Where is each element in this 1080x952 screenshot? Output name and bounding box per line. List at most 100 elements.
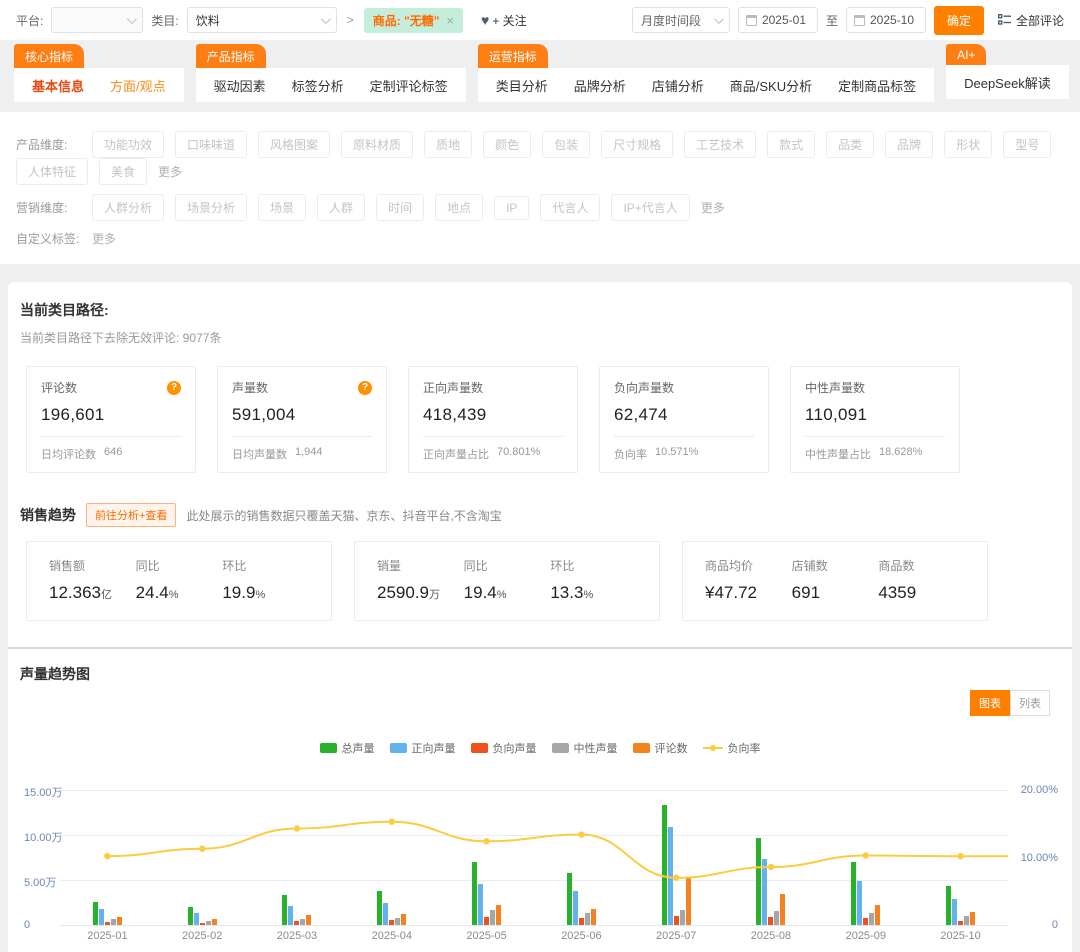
filter-tag-口味味道[interactable]: 口味味道 xyxy=(175,131,247,158)
filter-tag-人群[interactable]: 人群 xyxy=(317,194,365,221)
toggle-图表[interactable]: 图表 xyxy=(970,690,1010,716)
filter-tag-品类[interactable]: 品类 xyxy=(826,131,874,158)
filter-tag-场景分析[interactable]: 场景分析 xyxy=(175,194,247,221)
filter-tag-人体特征[interactable]: 人体特征 xyxy=(16,158,88,185)
chart-bar xyxy=(863,918,868,925)
filter-more-link[interactable]: 更多 xyxy=(701,199,725,216)
y-axis-tick-left: 5.00万 xyxy=(24,874,56,890)
legend-item-评论数[interactable]: 评论数 xyxy=(633,740,688,756)
help-icon[interactable]: ? xyxy=(167,381,181,395)
filter-tag-型号[interactable]: 型号 xyxy=(1003,131,1051,158)
chart-bar xyxy=(680,910,685,925)
filter-tag-形状[interactable]: 形状 xyxy=(944,131,992,158)
legend-item-负向声量[interactable]: 负向声量 xyxy=(471,740,537,756)
filter-tag-场景[interactable]: 场景 xyxy=(258,194,306,221)
chart-bar xyxy=(958,921,963,925)
help-icon[interactable]: ? xyxy=(358,381,372,395)
tab-定制商品标签[interactable]: 定制商品标签 xyxy=(838,76,916,95)
filter-tag-款式[interactable]: 款式 xyxy=(767,131,815,158)
x-axis-tick: 2025-10 xyxy=(913,930,1008,942)
tab-基本信息[interactable]: 基本信息 xyxy=(32,76,84,95)
chart-bar xyxy=(946,886,951,925)
nav-tabbar: DeepSeek解读 xyxy=(946,65,1069,99)
metric-card-title: 正向声量数 xyxy=(423,379,483,396)
chart-bar xyxy=(472,862,477,925)
confirm-button[interactable]: 确定 xyxy=(934,6,984,35)
filter-tag-品牌[interactable]: 品牌 xyxy=(885,131,933,158)
platform-label: 平台: xyxy=(16,12,43,29)
filter-row: 营销维度:人群分析场景分析场景人群时间地点IP代言人IP+代言人更多 xyxy=(16,194,1064,221)
section-divider xyxy=(8,647,1072,649)
filter-tag-功能功效[interactable]: 功能功效 xyxy=(92,131,164,158)
metric-card: 正向声量数418,439正向声量占比70.801% xyxy=(408,366,578,473)
legend-item-正向声量[interactable]: 正向声量 xyxy=(390,740,456,756)
filter-tag-风格图案[interactable]: 风格图案 xyxy=(258,131,330,158)
chart-bar xyxy=(875,905,880,925)
tab-商品/SKU分析[interactable]: 商品/SKU分析 xyxy=(730,76,812,95)
filter-more-link[interactable]: 更多 xyxy=(158,163,182,180)
filter-tag-人群分析[interactable]: 人群分析 xyxy=(92,194,164,221)
sales-metric-value: 24.4% xyxy=(136,583,223,603)
x-axis-tick: 2025-04 xyxy=(344,930,439,942)
filter-tag-质地[interactable]: 质地 xyxy=(424,131,472,158)
legend-swatch xyxy=(320,743,337,753)
sales-metric-label: 店铺数 xyxy=(792,557,879,574)
date-from-input[interactable]: 2025-01 xyxy=(738,7,818,33)
filter-tag-颜色[interactable]: 颜色 xyxy=(483,131,531,158)
filter-tag-美食[interactable]: 美食 xyxy=(99,158,147,185)
chart-bar xyxy=(964,916,969,925)
nav-group: 运营指标类目分析品牌分析店铺分析商品/SKU分析定制商品标签 xyxy=(478,44,934,102)
toggle-列表[interactable]: 列表 xyxy=(1010,690,1050,716)
platform-select[interactable] xyxy=(51,7,143,33)
tab-DeepSeek解读[interactable]: DeepSeek解读 xyxy=(964,73,1051,92)
topbar: 平台: 类目: 饮料 > 商品: "无糖" × ♥ + 关注 月度时间段 202… xyxy=(0,0,1080,40)
heart-icon: ♥ xyxy=(481,12,489,28)
filter-tag-包装[interactable]: 包装 xyxy=(542,131,590,158)
filter-tag-IP[interactable]: IP xyxy=(494,196,529,220)
period-select[interactable]: 月度时间段 xyxy=(632,7,730,33)
tab-驱动因素[interactable]: 驱动因素 xyxy=(214,76,266,95)
chart-bar xyxy=(496,905,501,925)
tab-品牌分析[interactable]: 品牌分析 xyxy=(574,76,626,95)
sales-trend-title: 销售趋势 xyxy=(20,505,76,525)
tab-方面/观点[interactable]: 方面/观点 xyxy=(110,76,166,95)
date-to-input[interactable]: 2025-10 xyxy=(846,7,926,33)
chart-bar xyxy=(579,918,584,925)
bar-group-2025-07 xyxy=(629,790,724,925)
tab-定制评论标签[interactable]: 定制评论标签 xyxy=(370,76,448,95)
nav-group: 产品指标驱动因素标签分析定制评论标签 xyxy=(196,44,466,102)
legend-item-负向率[interactable]: 负向率 xyxy=(703,740,761,756)
filter-tag-代言人[interactable]: 代言人 xyxy=(540,194,600,221)
filter-more-link[interactable]: 更多 xyxy=(92,230,116,247)
go-analyze-button[interactable]: 前往分析+查看 xyxy=(86,503,176,527)
close-icon[interactable]: × xyxy=(446,14,454,27)
bar-group-2025-04 xyxy=(344,790,439,925)
filter-tag-原料材质[interactable]: 原料材质 xyxy=(341,131,413,158)
legend-swatch xyxy=(633,743,650,753)
sales-metric-value: 19.4% xyxy=(464,583,551,603)
chart-view-toggle: 图表列表 xyxy=(20,690,1060,716)
tab-标签分析[interactable]: 标签分析 xyxy=(292,76,344,95)
chart-bar xyxy=(857,881,862,925)
x-axis-tick: 2025-06 xyxy=(534,930,629,942)
all-comments-button[interactable]: 全部评论 xyxy=(998,12,1064,29)
category-select[interactable]: 饮料 xyxy=(187,7,337,33)
keyword-filter-tag[interactable]: 商品: "无糖" × xyxy=(364,8,463,33)
metric-card-footer: 负向率10.571% xyxy=(614,436,754,462)
legend-item-总声量[interactable]: 总声量 xyxy=(320,740,375,756)
bar-group-2025-03 xyxy=(250,790,345,925)
filter-tag-时间[interactable]: 时间 xyxy=(376,194,424,221)
filter-tag-工艺技术[interactable]: 工艺技术 xyxy=(684,131,756,158)
filter-tag-IP+代言人[interactable]: IP+代言人 xyxy=(611,194,689,221)
tab-类目分析[interactable]: 类目分析 xyxy=(496,76,548,95)
filter-tag-地点[interactable]: 地点 xyxy=(435,194,483,221)
tab-店铺分析[interactable]: 店铺分析 xyxy=(652,76,704,95)
chart-bar xyxy=(573,891,578,925)
main-card: 当前类目路径: 当前类目路径下去除无效评论: 9077条 评论数?196,601… xyxy=(8,282,1072,952)
metric-footer-label: 负向率 xyxy=(614,446,647,462)
y-axis-tick-right: 10.00% xyxy=(1021,852,1058,864)
legend-item-中性声量[interactable]: 中性声量 xyxy=(552,740,618,756)
metric-card-title: 评论数 xyxy=(41,379,77,396)
filter-tag-尺寸规格[interactable]: 尺寸规格 xyxy=(601,131,673,158)
follow-button[interactable]: ♥ + 关注 xyxy=(481,12,527,29)
